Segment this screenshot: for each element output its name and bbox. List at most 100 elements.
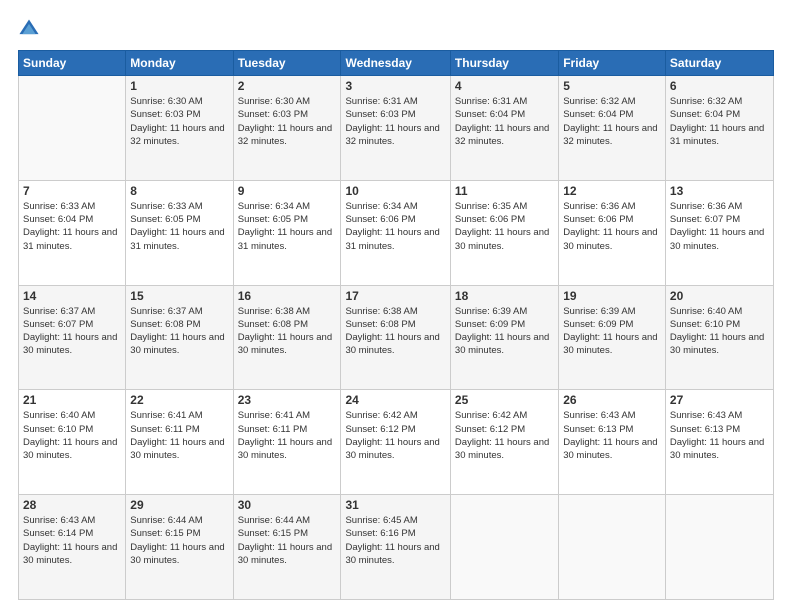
day-info: Sunrise: 6:38 AMSunset: 6:08 PMDaylight:… (345, 305, 445, 358)
day-cell (450, 495, 558, 600)
day-cell: 25Sunrise: 6:42 AMSunset: 6:12 PMDayligh… (450, 390, 558, 495)
day-info: Sunrise: 6:37 AMSunset: 6:07 PMDaylight:… (23, 305, 121, 358)
day-number: 20 (670, 289, 769, 303)
day-cell: 17 Sunrise: 6:38 AMSunset: 6:08 PMDayligh… (341, 285, 450, 390)
day-number: 21 (23, 393, 121, 407)
day-info: Sunrise: 6:41 AMSunset: 6:11 PMDaylight:… (238, 409, 337, 462)
day-number: 2 (238, 79, 337, 93)
day-number: 19 (563, 289, 661, 303)
day-number: 27 (670, 393, 769, 407)
logo (18, 18, 44, 40)
day-cell: 1 Sunrise: 6:30 AMSunset: 6:03 PMDaylight… (126, 76, 233, 181)
day-cell: 7Sunrise: 6:33 AMSunset: 6:04 PMDaylight… (19, 180, 126, 285)
day-number: 7 (23, 184, 121, 198)
day-number: 8 (130, 184, 228, 198)
day-number: 30 (238, 498, 337, 512)
day-number: 25 (455, 393, 554, 407)
day-cell (19, 76, 126, 181)
col-header-wednesday: Wednesday (341, 51, 450, 76)
day-info: Sunrise: 6:34 AMSunset: 6:05 PMDaylight:… (238, 200, 337, 253)
day-cell: 21 Sunrise: 6:40 AMSunset: 6:10 PMDayligh… (19, 390, 126, 495)
day-cell: 13 Sunrise: 6:36 AMSunset: 6:07 PMDayligh… (665, 180, 773, 285)
day-number: 9 (238, 184, 337, 198)
day-cell: 22 Sunrise: 6:41 AMSunset: 6:11 PMDayligh… (126, 390, 233, 495)
week-row-2: 14 Sunrise: 6:37 AMSunset: 6:07 PMDayligh… (19, 285, 774, 390)
day-number: 13 (670, 184, 769, 198)
day-info: Sunrise: 6:43 AMSunset: 6:13 PMDaylight:… (670, 409, 769, 462)
day-info: Sunrise: 6:35 AMSunset: 6:06 PMDaylight:… (455, 200, 554, 253)
day-info: Sunrise: 6:40 AMSunset: 6:10 PMDaylight:… (670, 305, 769, 358)
day-cell (665, 495, 773, 600)
day-info: Sunrise: 6:30 AMSunset: 6:03 PMDaylight:… (130, 95, 228, 148)
day-info: Sunrise: 6:34 AMSunset: 6:06 PMDaylight:… (345, 200, 445, 253)
day-cell: 4Sunrise: 6:31 AMSunset: 6:04 PMDaylight… (450, 76, 558, 181)
day-number: 5 (563, 79, 661, 93)
day-cell: 9 Sunrise: 6:34 AMSunset: 6:05 PMDaylight… (233, 180, 341, 285)
week-row-1: 7Sunrise: 6:33 AMSunset: 6:04 PMDaylight… (19, 180, 774, 285)
day-info: Sunrise: 6:38 AMSunset: 6:08 PMDaylight:… (238, 305, 337, 358)
day-info: Sunrise: 6:36 AMSunset: 6:06 PMDaylight:… (563, 200, 661, 253)
calendar-page: SundayMondayTuesdayWednesdayThursdayFrid… (0, 0, 792, 612)
day-info: Sunrise: 6:36 AMSunset: 6:07 PMDaylight:… (670, 200, 769, 253)
col-header-sunday: Sunday (19, 51, 126, 76)
day-info: Sunrise: 6:30 AMSunset: 6:03 PMDaylight:… (238, 95, 337, 148)
day-info: Sunrise: 6:32 AMSunset: 6:04 PMDaylight:… (670, 95, 769, 148)
day-cell: 3 Sunrise: 6:31 AMSunset: 6:03 PMDaylight… (341, 76, 450, 181)
day-number: 16 (238, 289, 337, 303)
day-cell: 10 Sunrise: 6:34 AMSunset: 6:06 PMDayligh… (341, 180, 450, 285)
day-number: 17 (345, 289, 445, 303)
day-number: 18 (455, 289, 554, 303)
week-row-4: 28 Sunrise: 6:43 AMSunset: 6:14 PMDayligh… (19, 495, 774, 600)
day-number: 23 (238, 393, 337, 407)
day-info: Sunrise: 6:43 AMSunset: 6:13 PMDaylight:… (563, 409, 661, 462)
col-header-tuesday: Tuesday (233, 51, 341, 76)
day-cell: 24 Sunrise: 6:42 AMSunset: 6:12 PMDayligh… (341, 390, 450, 495)
col-header-monday: Monday (126, 51, 233, 76)
day-info: Sunrise: 6:42 AMSunset: 6:12 PMDaylight:… (345, 409, 445, 462)
day-number: 12 (563, 184, 661, 198)
day-number: 4 (455, 79, 554, 93)
day-cell: 19 Sunrise: 6:39 AMSunset: 6:09 PMDayligh… (559, 285, 666, 390)
day-cell (559, 495, 666, 600)
day-number: 29 (130, 498, 228, 512)
day-cell: 16 Sunrise: 6:38 AMSunset: 6:08 PMDayligh… (233, 285, 341, 390)
day-number: 28 (23, 498, 121, 512)
day-number: 1 (130, 79, 228, 93)
day-cell: 2 Sunrise: 6:30 AMSunset: 6:03 PMDaylight… (233, 76, 341, 181)
day-cell: 8 Sunrise: 6:33 AMSunset: 6:05 PMDaylight… (126, 180, 233, 285)
day-info: Sunrise: 6:44 AMSunset: 6:15 PMDaylight:… (130, 514, 228, 567)
day-info: Sunrise: 6:39 AMSunset: 6:09 PMDaylight:… (563, 305, 661, 358)
header (18, 18, 774, 40)
day-info: Sunrise: 6:33 AMSunset: 6:05 PMDaylight:… (130, 200, 228, 253)
day-cell: 14 Sunrise: 6:37 AMSunset: 6:07 PMDayligh… (19, 285, 126, 390)
week-row-0: 1 Sunrise: 6:30 AMSunset: 6:03 PMDaylight… (19, 76, 774, 181)
col-header-friday: Friday (559, 51, 666, 76)
day-info: Sunrise: 6:43 AMSunset: 6:14 PMDaylight:… (23, 514, 121, 567)
day-number: 6 (670, 79, 769, 93)
day-cell: 29 Sunrise: 6:44 AMSunset: 6:15 PMDayligh… (126, 495, 233, 600)
day-info: Sunrise: 6:44 AMSunset: 6:15 PMDaylight:… (238, 514, 337, 567)
day-info: Sunrise: 6:45 AMSunset: 6:16 PMDaylight:… (345, 514, 445, 567)
day-info: Sunrise: 6:37 AMSunset: 6:08 PMDaylight:… (130, 305, 228, 358)
day-number: 24 (345, 393, 445, 407)
day-cell: 11Sunrise: 6:35 AMSunset: 6:06 PMDayligh… (450, 180, 558, 285)
day-info: Sunrise: 6:31 AMSunset: 6:03 PMDaylight:… (345, 95, 445, 148)
day-number: 26 (563, 393, 661, 407)
day-cell: 18 Sunrise: 6:39 AMSunset: 6:09 PMDayligh… (450, 285, 558, 390)
day-info: Sunrise: 6:39 AMSunset: 6:09 PMDaylight:… (455, 305, 554, 358)
day-number: 22 (130, 393, 228, 407)
day-info: Sunrise: 6:40 AMSunset: 6:10 PMDaylight:… (23, 409, 121, 462)
day-cell: 27 Sunrise: 6:43 AMSunset: 6:13 PMDayligh… (665, 390, 773, 495)
day-cell: 6 Sunrise: 6:32 AMSunset: 6:04 PMDaylight… (665, 76, 773, 181)
day-cell: 20 Sunrise: 6:40 AMSunset: 6:10 PMDayligh… (665, 285, 773, 390)
day-number: 31 (345, 498, 445, 512)
day-number: 10 (345, 184, 445, 198)
day-cell: 15 Sunrise: 6:37 AMSunset: 6:08 PMDayligh… (126, 285, 233, 390)
day-number: 14 (23, 289, 121, 303)
day-number: 15 (130, 289, 228, 303)
header-row: SundayMondayTuesdayWednesdayThursdayFrid… (19, 51, 774, 76)
logo-icon (18, 18, 40, 40)
day-info: Sunrise: 6:41 AMSunset: 6:11 PMDaylight:… (130, 409, 228, 462)
day-number: 3 (345, 79, 445, 93)
day-cell: 12 Sunrise: 6:36 AMSunset: 6:06 PMDayligh… (559, 180, 666, 285)
